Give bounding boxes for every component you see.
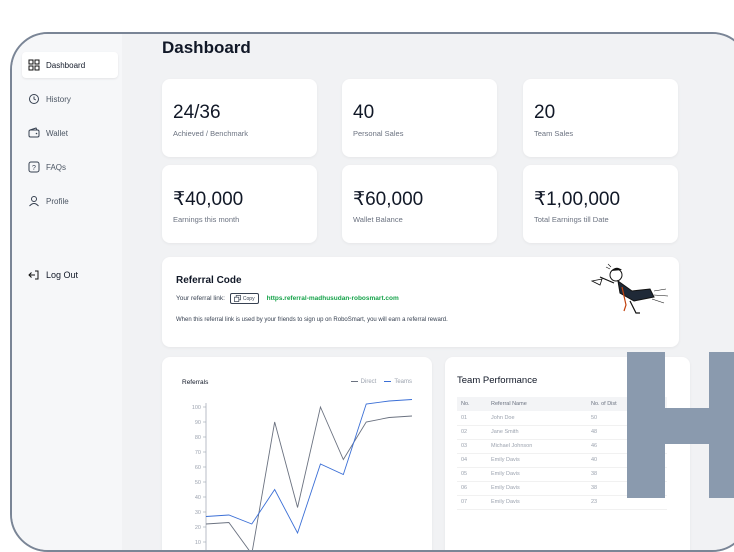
referral-illustration bbox=[590, 263, 669, 314]
stat-card-personal-sales: 40 Personal Sales bbox=[342, 79, 497, 157]
sidebar-item-wallet[interactable]: Wallet bbox=[22, 120, 118, 146]
stat-card-earnings-month: ₹40,000 Earnings this month bbox=[162, 165, 317, 243]
app-window: Dashboard History Wallet ? FAQs Profile … bbox=[10, 32, 734, 552]
copy-icon bbox=[233, 295, 241, 302]
stat-value: ₹40,000 bbox=[173, 189, 244, 210]
logout-button[interactable]: Log Out bbox=[22, 262, 118, 288]
y-tick-label: 80 bbox=[195, 435, 201, 441]
logout-icon bbox=[28, 269, 40, 281]
column-header: No. bbox=[457, 397, 487, 411]
series-line-direct bbox=[205, 405, 413, 550]
stat-value: ₹60,000 bbox=[353, 189, 424, 210]
copy-label: Copy bbox=[242, 295, 255, 302]
referral-link-label: Your referral link: bbox=[176, 295, 225, 302]
referrals-chart-card: Referrals Direct Teams 100 90 80 70 60 50 40 30… bbox=[162, 357, 432, 550]
stat-value: 24/36 bbox=[173, 102, 221, 123]
sidebar-item-faqs[interactable]: ? FAQs bbox=[22, 154, 118, 180]
referral-card: Referral Code Your referral link: Copy h… bbox=[162, 257, 679, 347]
stat-card-wallet-balance: ₹60,000 Wallet Balance bbox=[342, 165, 497, 243]
team-performance-title: Team Performance bbox=[457, 375, 538, 386]
stat-label: Personal Sales bbox=[353, 129, 404, 138]
sidebar-item-history[interactable]: History bbox=[22, 86, 118, 112]
referrals-line-chart: 100 90 80 70 60 50 40 30 20 10 bbox=[192, 399, 413, 550]
overlay-logo-shape bbox=[627, 352, 734, 498]
faq-icon: ? bbox=[28, 161, 40, 173]
y-tick-label: 40 bbox=[195, 495, 201, 501]
sidebar-item-label: Dashboard bbox=[46, 60, 86, 70]
stat-value: ₹1,00,000 bbox=[534, 189, 621, 210]
column-header: Referral Name bbox=[487, 397, 587, 411]
y-tick-label: 50 bbox=[195, 480, 201, 486]
y-tick-label: 10 bbox=[195, 540, 201, 546]
user-icon bbox=[28, 195, 40, 207]
referral-note: When this referral link is used by your … bbox=[176, 317, 448, 323]
y-tick-label: 60 bbox=[195, 465, 201, 471]
sidebar-item-label: Wallet bbox=[46, 128, 68, 138]
y-tick-label: 20 bbox=[195, 525, 201, 531]
stat-card-total-earnings: ₹1,00,000 Total Earnings till Date bbox=[523, 165, 678, 243]
grid-icon bbox=[28, 59, 40, 71]
sidebar-item-label: History bbox=[46, 94, 71, 104]
referral-title: Referral Code bbox=[176, 275, 242, 286]
y-tick-label: 90 bbox=[195, 420, 201, 426]
stat-label: Team Sales bbox=[534, 129, 574, 138]
history-icon bbox=[28, 93, 40, 105]
y-tick-label: 70 bbox=[195, 450, 201, 456]
stat-value: 20 bbox=[534, 102, 556, 123]
svg-text:?: ? bbox=[32, 165, 36, 172]
stat-label: Wallet Balance bbox=[353, 215, 403, 224]
sidebar: Dashboard History Wallet ? FAQs Profile … bbox=[12, 34, 122, 550]
referral-link-row: Your referral link: Copy https.referral-… bbox=[176, 293, 399, 304]
y-tick-label: 30 bbox=[195, 510, 201, 516]
page-title: Dashboard bbox=[162, 38, 251, 57]
sidebar-item-profile[interactable]: Profile bbox=[22, 188, 118, 214]
logout-label: Log Out bbox=[46, 270, 79, 280]
stat-label: Earnings this month bbox=[173, 215, 240, 224]
sidebar-item-label: FAQs bbox=[46, 162, 67, 172]
sidebar-item-label: Profile bbox=[46, 196, 69, 206]
copy-button[interactable]: Copy bbox=[229, 293, 259, 304]
stat-label: Achieved / Benchmark bbox=[173, 129, 249, 138]
referral-link[interactable]: https.referral-madhusudan-robosmart.com bbox=[267, 295, 399, 302]
stat-card-team-sales: 20 Team Sales bbox=[523, 79, 678, 157]
stat-value: 40 bbox=[353, 102, 375, 123]
stat-card-achieved: 24/36 Achieved / Benchmark bbox=[162, 79, 317, 157]
sidebar-item-dashboard[interactable]: Dashboard bbox=[22, 52, 118, 78]
y-tick-label: 100 bbox=[192, 405, 201, 411]
wallet-icon bbox=[28, 127, 40, 139]
stat-label: Total Earnings till Date bbox=[534, 215, 609, 224]
